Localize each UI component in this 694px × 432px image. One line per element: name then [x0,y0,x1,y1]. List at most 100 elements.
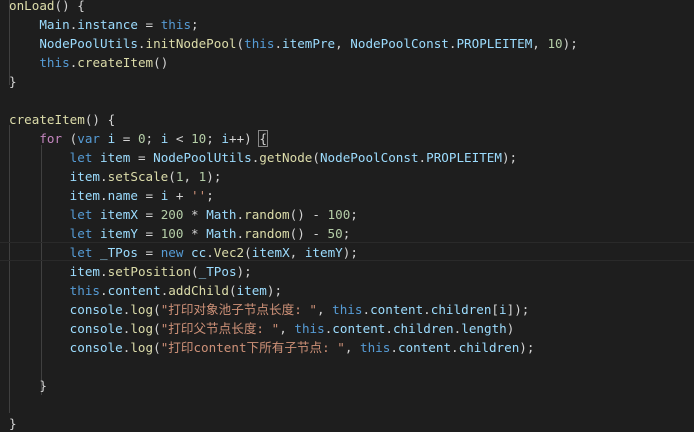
code-token: ) [506,321,515,336]
code-token: i [221,131,229,146]
code-text: this.createItem() [9,53,168,72]
code-token: ( [236,36,245,51]
code-line[interactable] [0,91,694,110]
code-text: console. log("打印对象池子节点长度: ", this.content… [9,300,530,319]
code-token: content [107,283,161,298]
code-line[interactable]: createItem() { [0,110,694,129]
code-line[interactable]: } [0,414,694,432]
code-token: * [183,226,207,241]
code-token: = [137,245,161,260]
code-line[interactable]: } [0,376,694,395]
code-line[interactable]: item.setPosition(_TPos); [0,262,694,281]
code-token: , [532,36,548,51]
code-line[interactable]: console. log("打印对象池子节点长度: ", this.content… [0,300,694,319]
code-token: log [130,302,154,317]
code-token: . [100,188,108,203]
code-token: 200 [160,207,184,222]
code-token: item [69,264,101,279]
code-token: ; [145,131,161,146]
code-text: for (var i = 0; i < 10; i++) { [9,129,268,148]
code-token: . [100,283,108,298]
code-line[interactable]: } [0,72,694,91]
code-token: 100 [160,226,184,241]
code-token: . [236,226,245,241]
code-token: children [392,321,454,336]
code-token: () { [84,112,116,127]
code-token: ); [266,283,283,298]
code-token: instance [77,17,138,32]
code-token: ( [244,245,252,260]
code-line[interactable] [0,395,694,414]
code-line[interactable]: let itemX = 200 * Math.random() - 100; [0,205,694,224]
code-token: for [39,131,63,146]
code-line[interactable]: this.content.addChild(item); [0,281,694,300]
code-line[interactable] [0,357,694,376]
code-token: NodePoolConst [319,150,419,165]
code-token: * [183,207,207,222]
code-line[interactable]: console. log("打印content下所有子节点: ", this.co… [0,338,694,357]
code-line[interactable]: item.setScale(1, 1); [0,167,694,186]
code-token: . [418,150,427,165]
code-token: ); [519,340,535,355]
code-token: = [137,188,161,203]
code-line[interactable]: let itemY = 100 * Math.random() - 50; [0,224,694,243]
code-line[interactable]: console.log("打印父节点长度: ", this.content.ch… [0,319,694,338]
code-editor[interactable]: onLoad() { Main.instance = this; NodePoo… [0,0,694,432]
code-token: addChild [168,283,229,298]
code-token: = [137,226,161,241]
code-text: let itemY = 100 * Math.random() - 50; [9,224,351,243]
code-token: this [332,302,363,317]
code-token: } [39,378,47,393]
code-token: var [77,131,101,146]
code-line[interactable]: for (var i = 0; i < 10; i++) { [0,129,694,148]
code-line[interactable]: Main.instance = this; [0,15,694,34]
code-text: onLoad() { [9,0,85,15]
code-token: () { [54,0,85,13]
code-token: children [430,302,492,317]
code-token: item [100,150,131,165]
code-token: ); [206,169,222,184]
code-line[interactable]: NodePoolUtils.initNodePool(this.itemPre,… [0,34,694,53]
code-token: itemY [100,226,138,241]
code-text: Main.instance = this; [9,15,198,34]
code-token: itemY [304,245,343,260]
code-token: "打印content下所有子节点: " [160,340,345,355]
code-token: + [168,188,192,203]
code-token: ]); [506,302,530,317]
code-token: ( [168,169,176,184]
code-token: let [69,150,93,165]
code-token: itemX [251,245,290,260]
code-token: itemX [100,207,138,222]
code-token: setScale [107,169,169,184]
code-token: createItem [9,112,85,127]
code-token: , [344,340,361,355]
code-token: . [423,302,431,317]
code-line[interactable]: this.createItem() [0,53,694,72]
code-text: console.log("打印父节点长度: ", this.content.ch… [9,319,515,338]
code-token: log [130,321,154,336]
code-token: this [39,55,70,70]
code-line[interactable]: onLoad() { [0,0,694,15]
code-text: } [9,376,47,395]
code-token: new [160,245,184,260]
code-token: . [274,36,283,51]
code-token: '' [191,188,207,203]
code-token: . [100,264,108,279]
code-text: console. log("打印content下所有子节点: ", this.co… [9,338,535,357]
code-token: console [69,340,123,355]
code-token: 10 [191,131,207,146]
code-token: . [451,340,459,355]
code-token: item [69,188,101,203]
code-line[interactable]: let _TPos = new cc.Vec2(itemX, itemY); [0,243,694,262]
code-token: setPosition [107,264,192,279]
code-line[interactable]: let item = NodePoolUtils. getNode(NodePoo… [0,148,694,167]
code-text: item.setScale(1, 1); [9,167,222,186]
code-line[interactable]: item.name = i + ''; [0,186,694,205]
